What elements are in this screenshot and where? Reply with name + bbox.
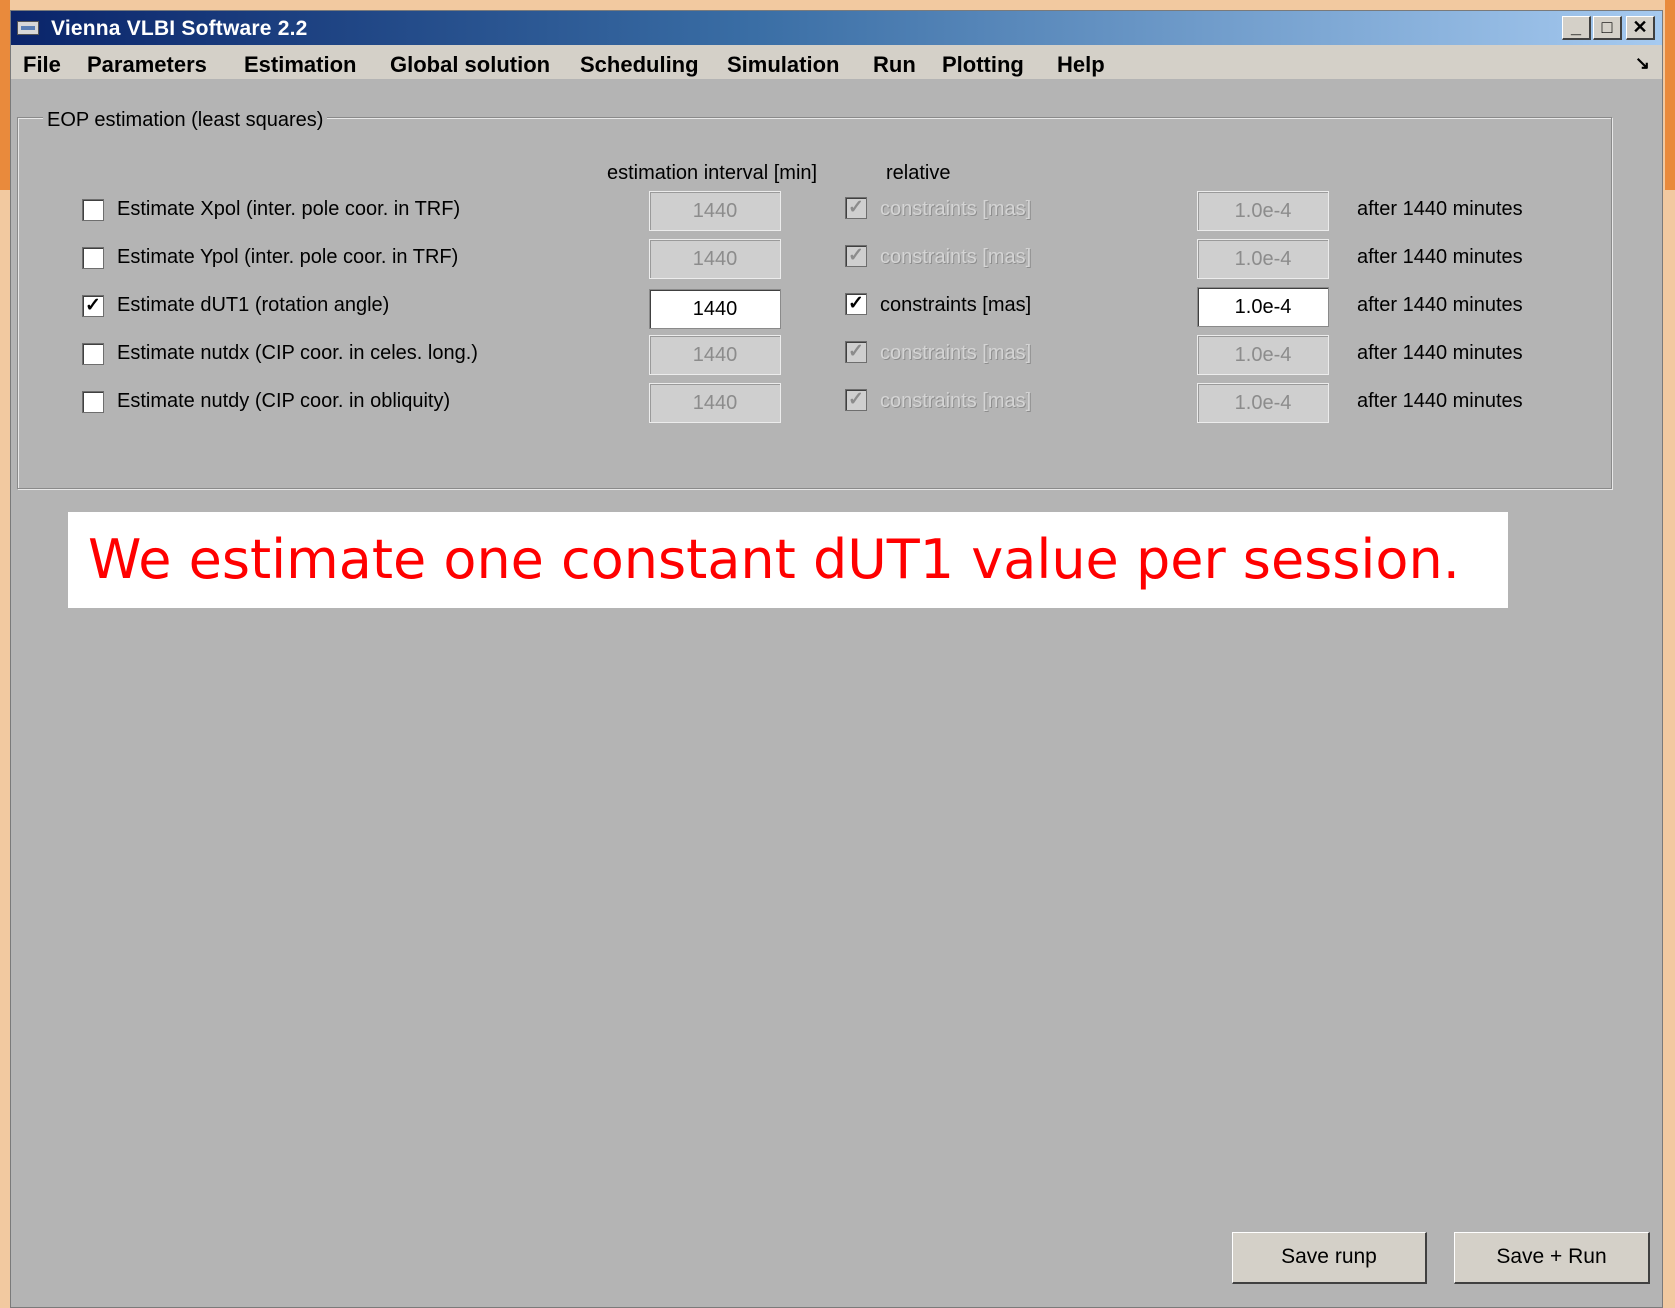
xpol-constraints-label: constraints [mas] [880, 198, 1032, 220]
annotation-callout: We estimate one constant dUT1 value per … [68, 512, 1508, 608]
title-bar[interactable]: Vienna VLBI Software 2.2 _ □ ✕ [11, 11, 1662, 45]
group-title: EOP estimation (least squares) [43, 109, 328, 132]
slide-border-right [1665, 0, 1675, 190]
nutdy-constraints-label: constraints [mas] [880, 390, 1032, 412]
menu-plotting[interactable]: Plotting [942, 52, 1024, 78]
menu-file[interactable]: File [23, 52, 61, 78]
save-and-run-button[interactable]: Save + Run [1454, 1232, 1650, 1284]
menu-help[interactable]: Help [1057, 52, 1105, 78]
dut1-checkbox[interactable]: ✓ [82, 295, 104, 317]
xpol-after-label: after 1440 minutes [1357, 198, 1523, 220]
maximize-button[interactable]: □ [1593, 16, 1622, 40]
ypol-after-label: after 1440 minutes [1357, 246, 1523, 268]
app-icon [17, 21, 39, 35]
nutdx-label: Estimate nutdx (CIP coor. in celes. long… [117, 342, 478, 364]
column-header-relative: relative [886, 162, 951, 184]
dut1-constraints-label: constraints [mas] [880, 294, 1032, 316]
nutdy-label: Estimate nutdy (CIP coor. in obliquity) [117, 390, 451, 412]
xpol-constraint-value-field[interactable]: 1.0e-4 [1197, 191, 1329, 231]
menu-estimation[interactable]: Estimation [244, 52, 356, 78]
nutdy-checkbox[interactable] [82, 391, 104, 413]
slide-border-left [0, 0, 10, 190]
menu-run[interactable]: Run [873, 52, 916, 78]
dut1-constraints-checkbox[interactable]: ✓ [845, 293, 867, 315]
xpol-interval-field[interactable]: 1440 [649, 191, 781, 231]
window-title: Vienna VLBI Software 2.2 [51, 17, 308, 40]
dut1-interval-field[interactable]: 1440 [649, 289, 781, 329]
row-nutdx: Estimate nutdx (CIP coor. in celes. long… [11, 335, 1662, 375]
nutdx-after-label: after 1440 minutes [1357, 342, 1523, 364]
nutdx-constraints-label: constraints [mas] [880, 342, 1032, 364]
menu-parameters[interactable]: Parameters [87, 52, 207, 78]
row-xpol: Estimate Xpol (inter. pole coor. in TRF)… [11, 191, 1662, 231]
xpol-checkbox[interactable] [82, 199, 104, 221]
ypol-constraints-checkbox[interactable]: ✓ [845, 245, 867, 267]
nutdx-constraints-checkbox[interactable]: ✓ [845, 341, 867, 363]
nutdy-constraint-value-field[interactable]: 1.0e-4 [1197, 383, 1329, 423]
minimize-button[interactable]: _ [1562, 16, 1591, 40]
save-runp-button[interactable]: Save runp [1232, 1232, 1427, 1284]
resize-arrow-icon[interactable]: ↘ [1635, 53, 1650, 74]
nutdy-constraints-checkbox[interactable]: ✓ [845, 389, 867, 411]
nutdx-interval-field[interactable]: 1440 [649, 335, 781, 375]
ypol-interval-field[interactable]: 1440 [649, 239, 781, 279]
ypol-checkbox[interactable] [82, 247, 104, 269]
row-ypol: Estimate Ypol (inter. pole coor. in TRF)… [11, 239, 1662, 279]
close-button[interactable]: ✕ [1626, 16, 1655, 40]
app-window: Vienna VLBI Software 2.2 _ □ ✕ File Para… [10, 10, 1663, 1308]
dut1-constraint-value-field[interactable]: 1.0e-4 [1197, 287, 1329, 327]
xpol-constraints-checkbox[interactable]: ✓ [845, 197, 867, 219]
dut1-label: Estimate dUT1 (rotation angle) [117, 294, 390, 316]
row-nutdy: Estimate nutdy (CIP coor. in obliquity) … [11, 383, 1662, 423]
menu-scheduling[interactable]: Scheduling [580, 52, 699, 78]
nutdx-constraint-value-field[interactable]: 1.0e-4 [1197, 335, 1329, 375]
ypol-constraint-value-field[interactable]: 1.0e-4 [1197, 239, 1329, 279]
annotation-text: We estimate one constant dUT1 value per … [88, 528, 1460, 591]
ypol-label: Estimate Ypol (inter. pole coor. in TRF) [117, 246, 459, 268]
menu-global-solution[interactable]: Global solution [390, 52, 550, 78]
nutdy-interval-field[interactable]: 1440 [649, 383, 781, 423]
nutdx-checkbox[interactable] [82, 343, 104, 365]
dut1-after-label: after 1440 minutes [1357, 294, 1523, 316]
menu-bar: File Parameters Estimation Global soluti… [11, 45, 1662, 79]
ypol-constraints-label: constraints [mas] [880, 246, 1032, 268]
row-dut1: ✓ Estimate dUT1 (rotation angle) 1440 ✓ … [11, 287, 1662, 329]
menu-simulation[interactable]: Simulation [727, 52, 839, 78]
nutdy-after-label: after 1440 minutes [1357, 390, 1523, 412]
column-header-interval: estimation interval [min] [607, 162, 818, 184]
xpol-label: Estimate Xpol (inter. pole coor. in TRF) [117, 198, 461, 220]
